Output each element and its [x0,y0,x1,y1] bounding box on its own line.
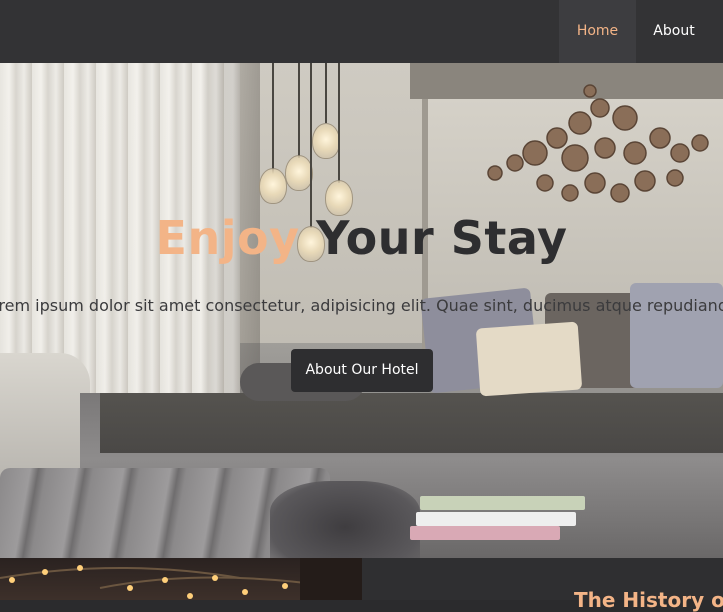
lamp-cord [338,63,340,183]
chandelier-image [0,558,362,600]
lamp-cord [325,63,327,123]
hero-title-main: Your Stay [316,211,568,265]
navbar: Home About [0,0,723,63]
pillow [475,321,583,397]
throw-blanket-image [270,481,420,558]
nav-item-home[interactable]: Home [559,0,636,63]
blanket-image [100,393,723,453]
books-image [410,496,585,556]
wall-art-image [487,84,709,203]
hero-title: Enjoy Your Stay [0,210,723,266]
lamp-bulb [312,123,340,159]
lamp-bulb [259,168,287,204]
restaurant-image [0,558,362,600]
about-hotel-button[interactable]: About Our Hotel [291,349,433,392]
lamp-bulb [285,155,313,191]
book [420,496,585,510]
lamp-cord [310,63,312,228]
hero-title-accent: Enjoy [155,211,300,265]
nav-item-about[interactable]: About [636,0,712,63]
hero-paragraph: Lorem ipsum dolor sit amet consectetur, … [0,296,723,315]
lamp-cord [298,63,300,158]
hero-section: Enjoy Your Stay Lorem ipsum dolor sit am… [0,63,723,558]
book [416,512,576,526]
history-heading: The History of [574,588,723,612]
book [410,526,560,540]
